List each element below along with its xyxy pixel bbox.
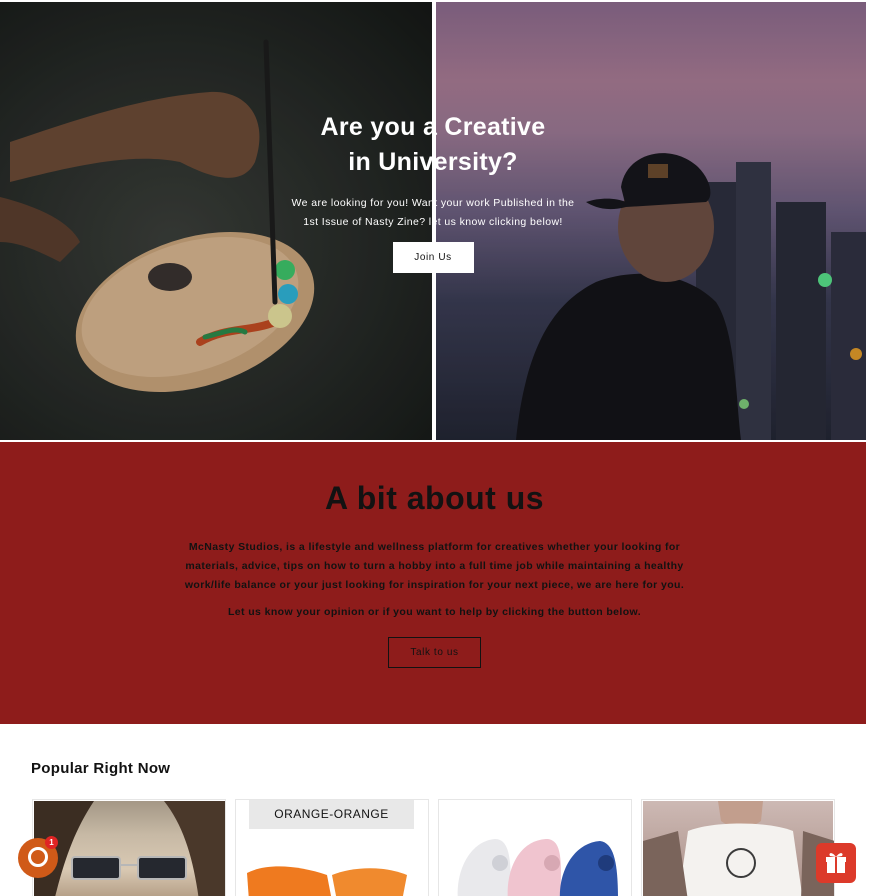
hero-content: Are you a Creative in University? We are… bbox=[283, 110, 583, 273]
hero-title-line2: in University? bbox=[348, 148, 518, 176]
about-title: A bit about us bbox=[324, 480, 545, 516]
product-card[interactable] bbox=[32, 799, 226, 896]
product-image-neck-fans bbox=[440, 801, 630, 896]
popular-section: Popular Right Now ORANGE-ORANGE bbox=[0, 724, 869, 896]
product-card[interactable]: ORANGE-ORANGE bbox=[235, 799, 429, 896]
gift-icon bbox=[826, 853, 846, 873]
variant-badge: ORANGE-ORANGE bbox=[249, 800, 414, 829]
product-card[interactable] bbox=[438, 799, 632, 896]
product-card[interactable] bbox=[641, 799, 835, 896]
hero-description: We are looking for you! Want your work P… bbox=[291, 197, 575, 228]
gift-button[interactable] bbox=[816, 843, 856, 883]
hero-title-line1: Are you a Creative bbox=[320, 113, 546, 141]
join-us-button[interactable]: Join Us bbox=[392, 242, 474, 273]
about-cta-text: Let us know your opinion or if you want … bbox=[227, 606, 642, 618]
product-image-tattoo-shirt bbox=[643, 801, 834, 896]
hero-title: Are you a Creative in University? bbox=[283, 110, 583, 180]
product-image-sunglasses-model bbox=[34, 801, 225, 896]
chat-bubble-icon bbox=[28, 847, 48, 867]
popular-title: Popular Right Now bbox=[31, 760, 171, 777]
hero-banner: Are you a Creative in University? We are… bbox=[0, 0, 869, 440]
about-description: McNasty Studios, is a lifestyle and well… bbox=[184, 541, 685, 591]
chat-notification-badge: 1 bbox=[45, 836, 58, 849]
about-section: A bit about us McNasty Studios, is a lif… bbox=[0, 442, 869, 724]
talk-to-us-button[interactable]: Talk to us bbox=[388, 637, 481, 668]
